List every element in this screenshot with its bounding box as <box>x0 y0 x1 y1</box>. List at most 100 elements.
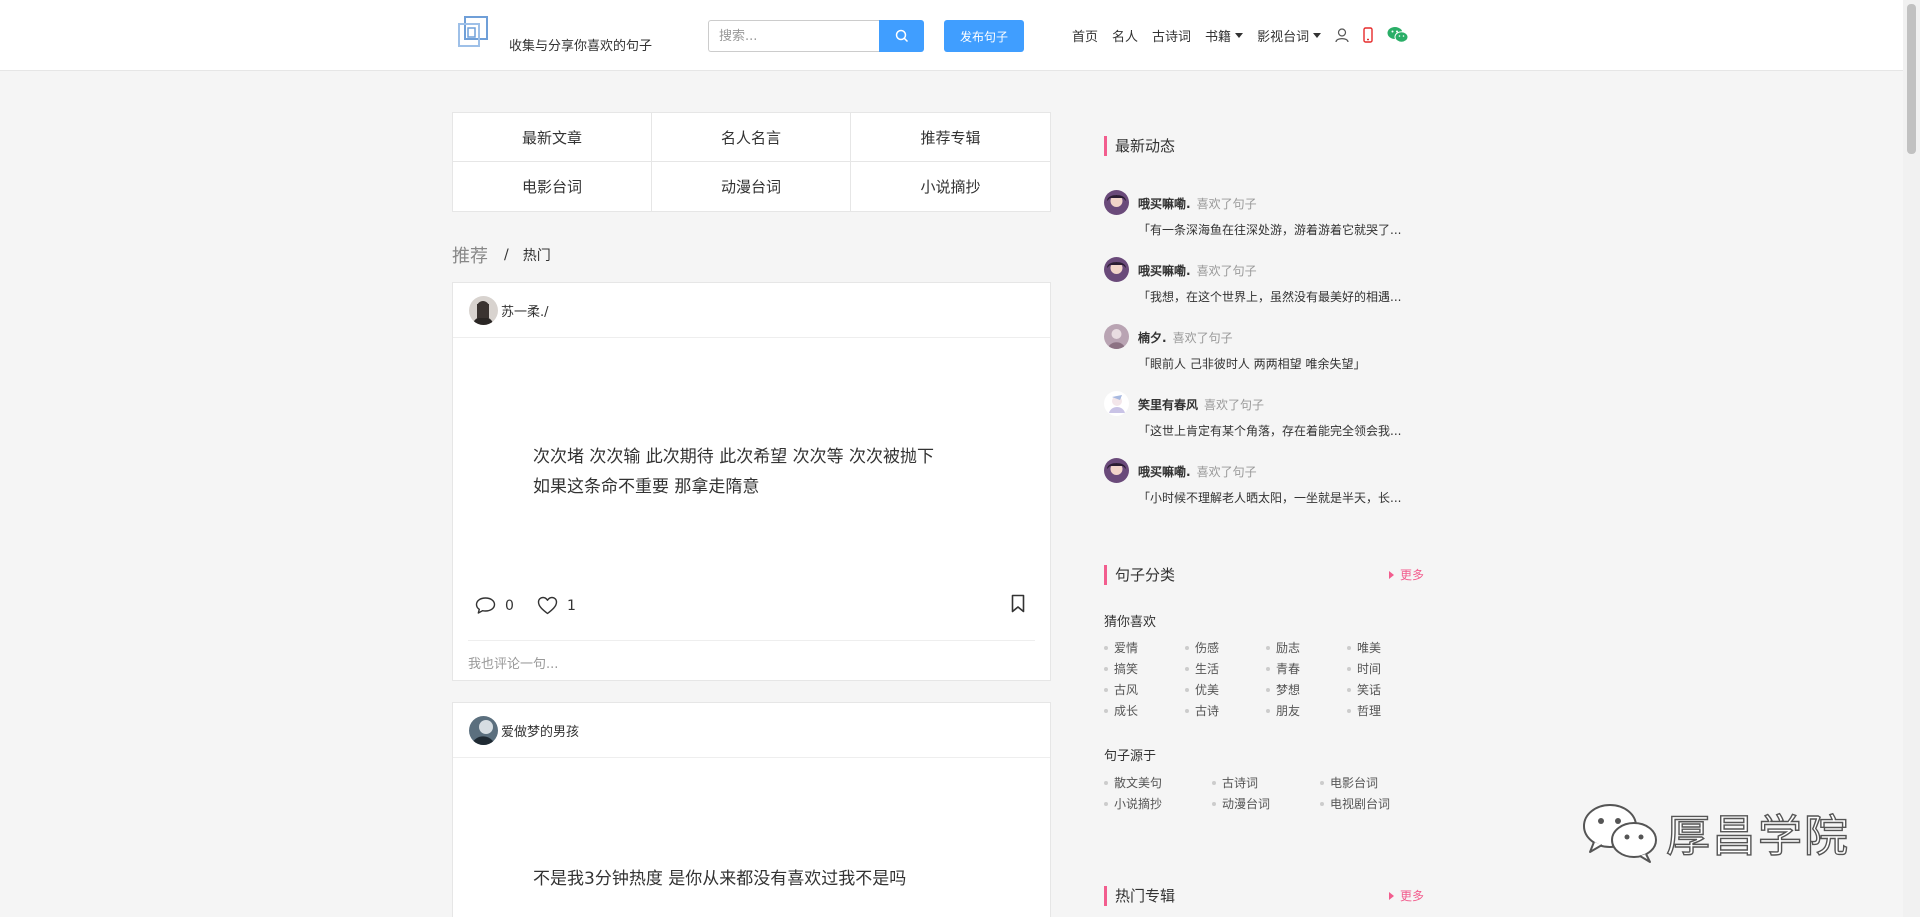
nav-books[interactable]: 书籍 <box>1205 26 1244 45</box>
caret-down-icon <box>1235 32 1244 38</box>
tab-hot[interactable]: 热门 <box>523 245 551 265</box>
guess-you-like-title: 猜你喜欢 <box>1104 615 1157 630</box>
category-section-title: 句子分类 <box>1104 565 1175 585</box>
wechat-icon <box>1583 804 1657 863</box>
activity-action: 喜欢了句子 <box>1172 331 1233 345</box>
post-content-line: 如果这条命不重要 那拿走隋意 <box>533 477 760 497</box>
activity-text[interactable]: 「我想，在这个世界上，虽然没有最美好的相遇... <box>1138 288 1428 305</box>
tag-item[interactable]: 小说摘抄 <box>1104 795 1212 812</box>
tag-item[interactable]: 哲理 <box>1347 702 1428 719</box>
wechat-icon[interactable] <box>1387 26 1409 44</box>
search-input[interactable] <box>708 20 880 52</box>
tag-item[interactable]: 青春 <box>1266 660 1347 677</box>
feed-tabs: 推荐 / 热门 <box>452 242 551 268</box>
comment-input[interactable]: 我也评论一句... <box>468 640 1035 672</box>
tag-item[interactable]: 朋友 <box>1266 702 1347 719</box>
avatar[interactable] <box>1104 190 1129 215</box>
avatar[interactable] <box>469 295 498 325</box>
activity-text[interactable]: 「有一条深海鱼在往深处游，游着游着它就哭了... <box>1138 221 1428 238</box>
bookmark-icon <box>1011 594 1025 613</box>
post-card: 爱做梦的男孩 不是我3分钟热度 是你从来都没有喜欢过我不是吗 <box>452 702 1051 917</box>
activity-user[interactable]: 哦买嘛嘞. <box>1138 264 1191 278</box>
phone-icon[interactable] <box>1363 27 1373 43</box>
tag-item[interactable]: 散文美句 <box>1104 774 1212 791</box>
activity-item[interactable]: 楠夕. 喜欢了句子 「眼前人 己非彼时人 两两相望 唯余失望」 <box>1104 324 1434 384</box>
category-famous-quotes[interactable]: 名人名言 <box>652 113 851 162</box>
tag-item[interactable]: 古诗词 <box>1212 774 1320 791</box>
avatar[interactable] <box>1104 257 1129 282</box>
avatar[interactable] <box>1104 391 1129 416</box>
activity-text[interactable]: 「小时候不理解老人晒太阳，一坐就是半天，长... <box>1138 489 1428 506</box>
tag-item[interactable]: 动漫台词 <box>1212 795 1320 812</box>
more-link[interactable]: 更多 <box>1389 887 1424 904</box>
activity-item[interactable]: 哦买嘛嘞. 喜欢了句子 「我想，在这个世界上，虽然没有最美好的相遇... <box>1104 257 1434 317</box>
source-tag-list: 散文美句 古诗词 电影台词 小说摘抄 动漫台词 电视剧台词 <box>1104 774 1428 812</box>
category-novel-excerpts[interactable]: 小说摘抄 <box>851 162 1050 211</box>
activity-item[interactable]: 哦买嘛嘞. 喜欢了句子 「小时候不理解老人晒太阳，一坐就是半天，长... <box>1104 458 1434 518</box>
avatar[interactable] <box>1104 324 1129 349</box>
tag-item[interactable]: 伤感 <box>1185 639 1266 656</box>
activity-user[interactable]: 哦买嘛嘞. <box>1138 197 1191 211</box>
tab-recommend[interactable]: 推荐 <box>452 242 488 268</box>
author-name[interactable]: 苏一柔./ <box>501 301 549 320</box>
activity-action: 喜欢了句子 <box>1196 465 1257 479</box>
nav-poetry[interactable]: 古诗词 <box>1152 26 1191 45</box>
like-button[interactable]: 1 <box>537 596 576 615</box>
albums-section-title: 热门专辑 <box>1104 886 1175 906</box>
comment-count: 0 <box>505 597 514 614</box>
nav-film-lines[interactable]: 影视台词 <box>1257 26 1322 45</box>
post-header: 苏一柔./ <box>453 283 1050 338</box>
category-anime-lines[interactable]: 动漫台词 <box>652 162 851 211</box>
tag-item[interactable]: 古风 <box>1104 681 1185 698</box>
activity-action: 喜欢了句子 <box>1204 398 1265 412</box>
post-content-line: 不是我3分钟热度 是你从来都没有喜欢过我不是吗 <box>533 869 907 889</box>
site-logo[interactable] <box>455 14 491 50</box>
scrollbar-thumb[interactable] <box>1907 4 1916 154</box>
user-icon[interactable] <box>1335 27 1349 43</box>
guess-tag-list: 爱情 伤感 励志 唯美 搞笑 生活 青春 时间 古风 优美 梦想 笑话 成长 古… <box>1104 639 1428 719</box>
caret-right-icon <box>1389 891 1394 900</box>
nav-celebrities[interactable]: 名人 <box>1112 26 1138 45</box>
post-actions: 0 1 <box>453 594 1050 626</box>
tag-item[interactable]: 唯美 <box>1347 639 1428 656</box>
avatar[interactable] <box>1104 458 1129 483</box>
activity-user[interactable]: 笑里有春风 <box>1138 398 1198 412</box>
tag-item[interactable]: 笑话 <box>1347 681 1428 698</box>
tag-item[interactable]: 励志 <box>1266 639 1347 656</box>
more-link[interactable]: 更多 <box>1389 566 1424 583</box>
comment-button[interactable]: 0 <box>475 596 514 615</box>
activity-item[interactable]: 笑里有春风 喜欢了句子 「这世上肯定有某个角落，存在着能完全领会我... <box>1104 391 1434 451</box>
activity-text[interactable]: 「眼前人 己非彼时人 两两相望 唯余失望」 <box>1138 355 1428 372</box>
post-content-line: 次次堵 次次输 此次期待 此次希望 次次等 次次被抛下 <box>533 447 935 467</box>
category-movie-lines[interactable]: 电影台词 <box>453 162 652 211</box>
author-name[interactable]: 爱做梦的男孩 <box>501 721 579 740</box>
tag-item[interactable]: 优美 <box>1185 681 1266 698</box>
tag-item[interactable]: 时间 <box>1347 660 1428 677</box>
activity-text[interactable]: 「这世上肯定有某个角落，存在着能完全领会我... <box>1138 422 1428 439</box>
publish-button[interactable]: 发布句子 <box>944 20 1024 52</box>
tag-item[interactable]: 电影台词 <box>1320 774 1428 791</box>
activity-item[interactable]: 哦买嘛嘞. 喜欢了句子 「有一条深海鱼在往深处游，游着游着它就哭了... <box>1104 190 1434 250</box>
post-header: 爱做梦的男孩 <box>453 703 1050 758</box>
activity-section-title: 最新动态 <box>1104 136 1175 156</box>
bookmark-button[interactable] <box>1011 594 1025 613</box>
caret-right-icon <box>1389 570 1394 579</box>
tag-item[interactable]: 搞笑 <box>1104 660 1185 677</box>
category-recommended-albums[interactable]: 推荐专辑 <box>851 113 1050 162</box>
activity-user[interactable]: 楠夕. <box>1138 331 1167 345</box>
avatar[interactable] <box>469 715 498 745</box>
tag-item[interactable]: 爱情 <box>1104 639 1185 656</box>
category-latest-articles[interactable]: 最新文章 <box>453 113 652 162</box>
activity-user[interactable]: 哦买嘛嘞. <box>1138 465 1191 479</box>
tag-item[interactable]: 生活 <box>1185 660 1266 677</box>
tag-item[interactable]: 古诗 <box>1185 702 1266 719</box>
search-button[interactable] <box>879 20 924 52</box>
tag-item[interactable]: 梦想 <box>1266 681 1347 698</box>
nav-home[interactable]: 首页 <box>1072 26 1098 45</box>
tag-item[interactable]: 电视剧台词 <box>1320 795 1428 812</box>
tag-item[interactable]: 成长 <box>1104 702 1185 719</box>
comment-icon <box>475 597 496 614</box>
page-scrollbar[interactable] <box>1903 0 1920 917</box>
caret-down-icon <box>1313 32 1322 38</box>
watermark: 厚昌学院 <box>1580 800 1850 864</box>
